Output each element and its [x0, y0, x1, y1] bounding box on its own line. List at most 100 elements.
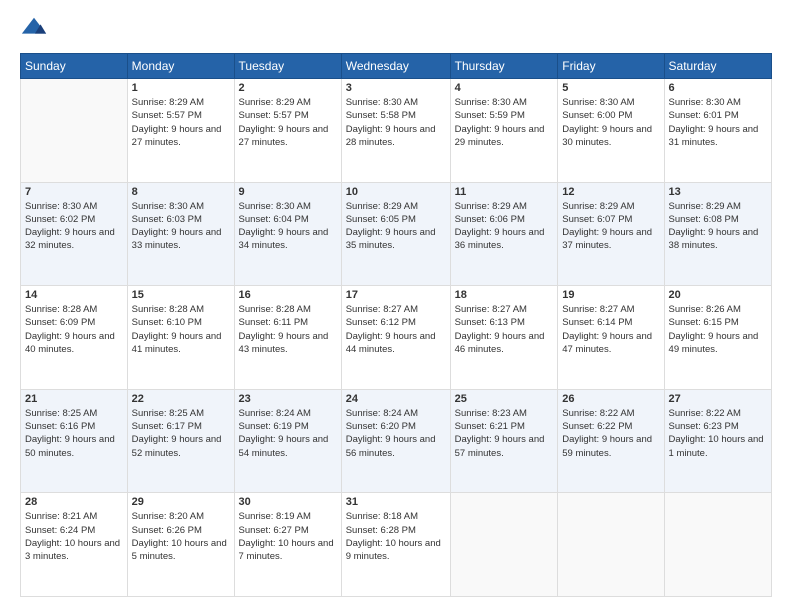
day-number: 23: [239, 393, 337, 405]
header-cell-saturday: Saturday: [664, 54, 771, 79]
calendar: SundayMondayTuesdayWednesdayThursdayFrid…: [20, 53, 772, 597]
day-info: Sunrise: 8:29 AMSunset: 6:07 PMDaylight:…: [562, 200, 659, 253]
day-cell: 8 Sunrise: 8:30 AMSunset: 6:03 PMDaylight…: [127, 182, 234, 286]
day-info: Sunrise: 8:20 AMSunset: 6:26 PMDaylight:…: [132, 510, 230, 563]
day-number: 31: [346, 496, 446, 508]
day-info: Sunrise: 8:29 AMSunset: 6:05 PMDaylight:…: [346, 200, 446, 253]
day-number: 18: [455, 289, 554, 301]
day-number: 10: [346, 186, 446, 198]
day-number: 30: [239, 496, 337, 508]
day-info: Sunrise: 8:28 AMSunset: 6:11 PMDaylight:…: [239, 303, 337, 356]
header-cell-monday: Monday: [127, 54, 234, 79]
day-number: 4: [455, 82, 554, 94]
day-cell: 31Sunrise: 8:18 AMSunset: 6:28 PMDayligh…: [341, 493, 450, 597]
day-info: Sunrise: 8:21 AMSunset: 6:24 PMDaylight:…: [25, 510, 123, 563]
day-info: Sunrise: 8:24 AMSunset: 6:19 PMDaylight:…: [239, 407, 337, 460]
day-info: Sunrise: 8:19 AMSunset: 6:27 PMDaylight:…: [239, 510, 337, 563]
day-number: 12: [562, 186, 659, 198]
day-cell: 28Sunrise: 8:21 AMSunset: 6:24 PMDayligh…: [21, 493, 128, 597]
day-number: 15: [132, 289, 230, 301]
day-cell: 16Sunrise: 8:28 AMSunset: 6:11 PMDayligh…: [234, 286, 341, 390]
day-info: Sunrise: 8:22 AMSunset: 6:22 PMDaylight:…: [562, 407, 659, 460]
day-info: Sunrise: 8:26 AMSunset: 6:15 PMDaylight:…: [669, 303, 767, 356]
day-info: Sunrise: 8:28 AMSunset: 6:09 PMDaylight:…: [25, 303, 123, 356]
header-cell-thursday: Thursday: [450, 54, 558, 79]
day-number: 7: [25, 186, 123, 198]
week-row: 7 Sunrise: 8:30 AMSunset: 6:02 PMDaylight…: [21, 182, 772, 286]
day-info: Sunrise: 8:29 AMSunset: 5:57 PMDaylight:…: [132, 96, 230, 149]
day-cell: 19 Sunrise: 8:27 AMSunset: 6:14 PMDayligh…: [558, 286, 664, 390]
day-cell: 25 Sunrise: 8:23 AMSunset: 6:21 PMDayligh…: [450, 389, 558, 493]
day-number: 8: [132, 186, 230, 198]
day-cell: 12 Sunrise: 8:29 AMSunset: 6:07 PMDayligh…: [558, 182, 664, 286]
day-cell: 18Sunrise: 8:27 AMSunset: 6:13 PMDayligh…: [450, 286, 558, 390]
day-cell: 24Sunrise: 8:24 AMSunset: 6:20 PMDayligh…: [341, 389, 450, 493]
day-cell: 1 Sunrise: 8:29 AMSunset: 5:57 PMDaylight…: [127, 79, 234, 183]
day-info: Sunrise: 8:27 AMSunset: 6:12 PMDaylight:…: [346, 303, 446, 356]
day-number: 17: [346, 289, 446, 301]
day-number: 19: [562, 289, 659, 301]
day-cell: 11Sunrise: 8:29 AMSunset: 6:06 PMDayligh…: [450, 182, 558, 286]
day-info: Sunrise: 8:30 AMSunset: 5:58 PMDaylight:…: [346, 96, 446, 149]
header-cell-wednesday: Wednesday: [341, 54, 450, 79]
day-cell: 6Sunrise: 8:30 AMSunset: 6:01 PMDaylight…: [664, 79, 771, 183]
day-cell: 5 Sunrise: 8:30 AMSunset: 6:00 PMDaylight…: [558, 79, 664, 183]
day-number: 20: [669, 289, 767, 301]
day-cell: [21, 79, 128, 183]
day-info: Sunrise: 8:30 AMSunset: 6:00 PMDaylight:…: [562, 96, 659, 149]
day-number: 6: [669, 82, 767, 94]
day-cell: 26 Sunrise: 8:22 AMSunset: 6:22 PMDayligh…: [558, 389, 664, 493]
day-number: 11: [455, 186, 554, 198]
day-number: 14: [25, 289, 123, 301]
logo-icon: [20, 15, 48, 43]
day-info: Sunrise: 8:25 AMSunset: 6:17 PMDaylight:…: [132, 407, 230, 460]
day-info: Sunrise: 8:22 AMSunset: 6:23 PMDaylight:…: [669, 407, 767, 460]
day-info: Sunrise: 8:25 AMSunset: 6:16 PMDaylight:…: [25, 407, 123, 460]
day-info: Sunrise: 8:30 AMSunset: 6:04 PMDaylight:…: [239, 200, 337, 253]
day-number: 24: [346, 393, 446, 405]
day-cell: 10 Sunrise: 8:29 AMSunset: 6:05 PMDayligh…: [341, 182, 450, 286]
day-number: 21: [25, 393, 123, 405]
calendar-header: SundayMondayTuesdayWednesdayThursdayFrid…: [21, 54, 772, 79]
day-cell: 2Sunrise: 8:29 AMSunset: 5:57 PMDaylight…: [234, 79, 341, 183]
day-cell: 29 Sunrise: 8:20 AMSunset: 6:26 PMDayligh…: [127, 493, 234, 597]
day-cell: 23 Sunrise: 8:24 AMSunset: 6:19 PMDayligh…: [234, 389, 341, 493]
day-cell: [558, 493, 664, 597]
day-cell: 7 Sunrise: 8:30 AMSunset: 6:02 PMDaylight…: [21, 182, 128, 286]
day-number: 29: [132, 496, 230, 508]
day-cell: 13 Sunrise: 8:29 AMSunset: 6:08 PMDayligh…: [664, 182, 771, 286]
day-info: Sunrise: 8:30 AMSunset: 5:59 PMDaylight:…: [455, 96, 554, 149]
day-number: 2: [239, 82, 337, 94]
day-info: Sunrise: 8:29 AMSunset: 6:08 PMDaylight:…: [669, 200, 767, 253]
day-number: 27: [669, 393, 767, 405]
header-row: SundayMondayTuesdayWednesdayThursdayFrid…: [21, 54, 772, 79]
day-info: Sunrise: 8:27 AMSunset: 6:14 PMDaylight:…: [562, 303, 659, 356]
header-cell-sunday: Sunday: [21, 54, 128, 79]
day-cell: 22 Sunrise: 8:25 AMSunset: 6:17 PMDayligh…: [127, 389, 234, 493]
day-number: 22: [132, 393, 230, 405]
week-row: 21 Sunrise: 8:25 AMSunset: 6:16 PMDayligh…: [21, 389, 772, 493]
day-number: 26: [562, 393, 659, 405]
day-number: 3: [346, 82, 446, 94]
calendar-body: 1 Sunrise: 8:29 AMSunset: 5:57 PMDaylight…: [21, 79, 772, 597]
header-cell-tuesday: Tuesday: [234, 54, 341, 79]
day-cell: 9 Sunrise: 8:30 AMSunset: 6:04 PMDaylight…: [234, 182, 341, 286]
day-number: 13: [669, 186, 767, 198]
day-cell: 20 Sunrise: 8:26 AMSunset: 6:15 PMDayligh…: [664, 286, 771, 390]
day-info: Sunrise: 8:28 AMSunset: 6:10 PMDaylight:…: [132, 303, 230, 356]
page: SundayMondayTuesdayWednesdayThursdayFrid…: [0, 0, 792, 612]
day-cell: 4 Sunrise: 8:30 AMSunset: 5:59 PMDaylight…: [450, 79, 558, 183]
day-number: 9: [239, 186, 337, 198]
day-cell: [450, 493, 558, 597]
day-number: 1: [132, 82, 230, 94]
week-row: 28Sunrise: 8:21 AMSunset: 6:24 PMDayligh…: [21, 493, 772, 597]
day-cell: 17 Sunrise: 8:27 AMSunset: 6:12 PMDayligh…: [341, 286, 450, 390]
day-cell: 27 Sunrise: 8:22 AMSunset: 6:23 PMDayligh…: [664, 389, 771, 493]
day-info: Sunrise: 8:30 AMSunset: 6:02 PMDaylight:…: [25, 200, 123, 253]
day-cell: 30 Sunrise: 8:19 AMSunset: 6:27 PMDayligh…: [234, 493, 341, 597]
day-info: Sunrise: 8:23 AMSunset: 6:21 PMDaylight:…: [455, 407, 554, 460]
day-number: 25: [455, 393, 554, 405]
day-number: 5: [562, 82, 659, 94]
day-info: Sunrise: 8:30 AMSunset: 6:03 PMDaylight:…: [132, 200, 230, 253]
logo: [20, 15, 52, 43]
